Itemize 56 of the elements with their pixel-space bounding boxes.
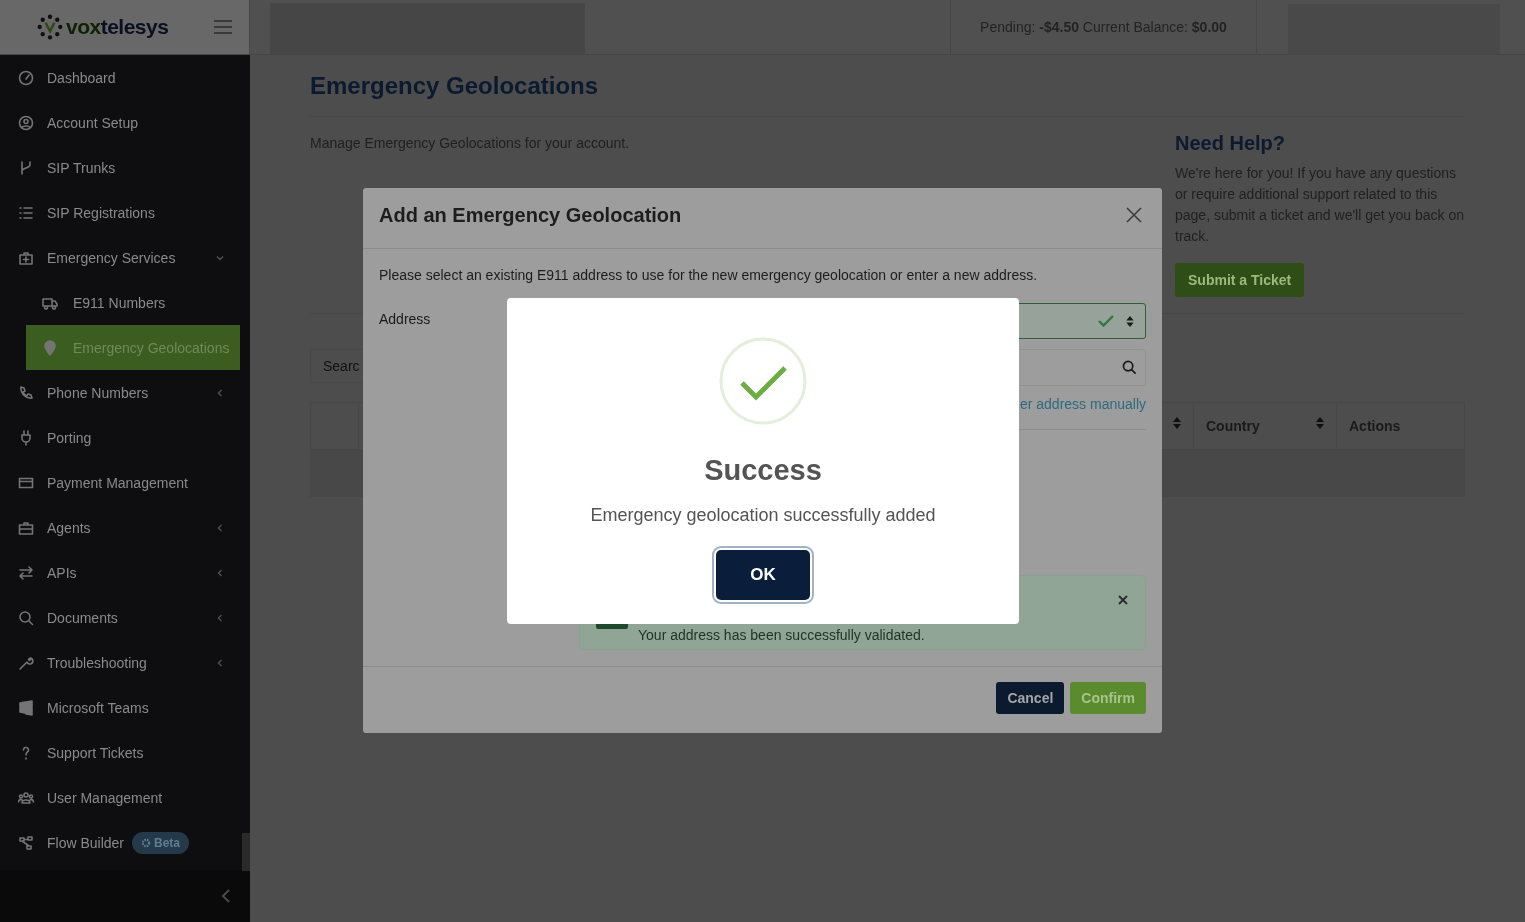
sidebar-item[interactable]: Microsoft Teams [0, 685, 242, 730]
sidebar-item[interactable]: Payment Management [0, 460, 242, 505]
gauge-icon [18, 69, 34, 86]
briefcase-icon [18, 519, 34, 536]
modal-title: Add an Emergency Geolocation [379, 203, 682, 227]
sidebar-item[interactable]: SIP Registrations [0, 190, 242, 235]
alert-text: Your address has been successfully validated. [638, 627, 925, 644]
logo-icon [37, 14, 63, 40]
gear-icon [141, 837, 152, 848]
medkit-icon [18, 249, 34, 266]
success-message: Emergency geolocation successfully added [590, 505, 936, 526]
sidebar-item[interactable]: Dashboard [0, 55, 242, 100]
sidebar-item[interactable]: User Management [0, 775, 242, 820]
submit-ticket-button[interactable]: Submit a Ticket [1175, 263, 1305, 297]
sidebar-item[interactable]: Flow Builder Beta [0, 820, 242, 865]
sort-icon [1126, 315, 1134, 327]
branch-icon [18, 159, 34, 176]
check-icon [1098, 315, 1114, 328]
sidebar-item[interactable]: Documents [0, 595, 242, 640]
sidebar-item[interactable]: APIs [0, 550, 242, 595]
scrollbar[interactable] [242, 833, 250, 871]
address-label: Address [379, 310, 432, 330]
phone-icon [18, 384, 34, 401]
modal-instruction: Please select an existing E911 address to use for the new emergency geolocation or enter a new address. [379, 267, 1039, 284]
users-icon [18, 789, 34, 806]
search-icon [1122, 360, 1137, 376]
list-icon [18, 204, 34, 221]
sidebar-item[interactable]: SIP Trunks [0, 145, 242, 190]
chevron-left-icon[interactable] [221, 889, 231, 903]
pin-icon [42, 339, 58, 356]
help-title: Need Help? [1175, 132, 1287, 155]
sort-icon[interactable] [1316, 417, 1324, 429]
logo-text: telesys [100, 15, 169, 39]
close-icon[interactable] [1118, 595, 1128, 606]
plug-icon [18, 429, 34, 446]
sidebar-item[interactable]: Troubleshooting [0, 640, 242, 685]
page-title: Emergency Geolocations [310, 72, 600, 100]
arrows-icon [18, 564, 34, 581]
sidebar-item[interactable]: Emergency Services [0, 235, 242, 280]
sidebar-item[interactable]: Support Tickets [0, 730, 242, 775]
sort-icon[interactable] [1173, 417, 1181, 429]
search-icon [18, 609, 34, 626]
sidebar-item[interactable]: E911 Numbers [0, 280, 242, 325]
sidebar-item[interactable]: Agents [0, 505, 242, 550]
menu-icon[interactable] [214, 20, 232, 34]
beta-badge: Beta [132, 831, 190, 854]
logo-text: vox [66, 15, 101, 39]
success-title: Success [704, 454, 822, 487]
nodes-icon [18, 834, 34, 851]
sidebar-item[interactable]: Account Setup [0, 100, 242, 145]
sidebar-item[interactable]: Phone Numbers [0, 370, 242, 415]
grid-icon [18, 699, 34, 716]
sidebar-item[interactable]: Porting [0, 415, 242, 460]
close-icon[interactable] [1126, 207, 1142, 224]
modal-button[interactable]: Cancel [996, 682, 1065, 715]
success-check-icon [718, 336, 808, 426]
